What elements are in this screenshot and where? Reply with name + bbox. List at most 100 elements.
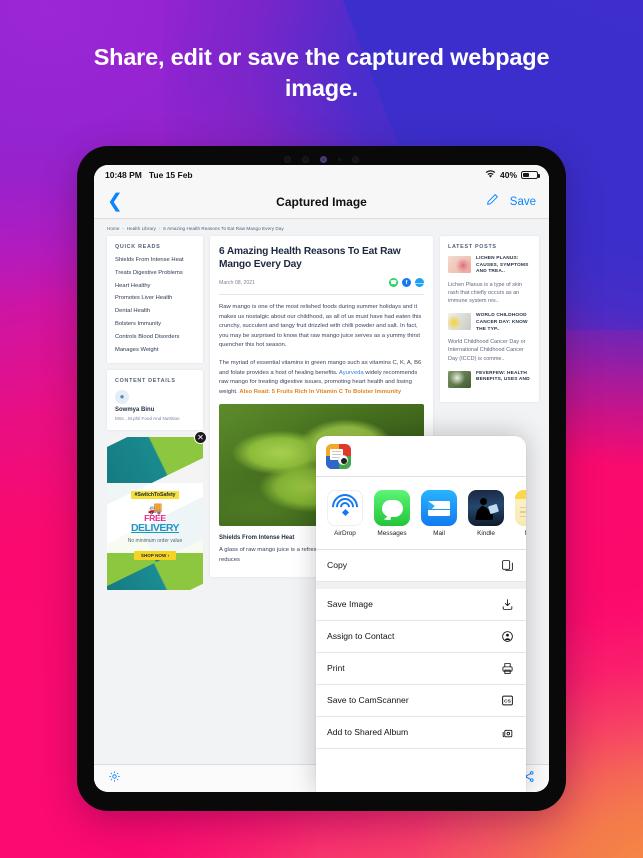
action-add-to-shared-album[interactable]: Add to Shared Album	[316, 716, 526, 749]
gear-icon[interactable]	[108, 770, 121, 788]
breadcrumb-separator: ›	[158, 226, 161, 231]
latest-post-item[interactable]: FEVERFEW: HEALTH BENEFITS, USES AND	[448, 370, 531, 388]
latest-post-title[interactable]: WORLD CHILDHOOD CANCER DAY: KNOW THE TYP…	[476, 313, 531, 333]
action-label: Add to Shared Album	[327, 727, 409, 737]
battery-percent-label: 40%	[499, 170, 517, 180]
lichen-planus-thumbnail-icon	[448, 256, 471, 273]
action-label: Save to CamScanner	[327, 695, 409, 705]
status-date: Tue 15 Feb	[148, 170, 193, 180]
device-screen: 10:48 PM Tue 15 Feb 40% ❮ Captured Image	[94, 165, 549, 792]
ad-creative[interactable]: #SwitchToSafety 🚚 FREE DELIVERY No minim…	[107, 436, 203, 590]
facebook-icon[interactable]: f	[402, 278, 411, 287]
pencil-icon[interactable]	[486, 193, 499, 211]
whatsapp-icon[interactable]: ☎	[389, 278, 398, 287]
content-details-card: CONTENT DETAILS ● Sowmya Binu MSc., M.ph…	[107, 369, 203, 430]
share-sheet-actions[interactable]: Copy Save Image Assign to Contact Print …	[316, 549, 526, 781]
sensor-dot	[284, 155, 291, 163]
breadcrumb-item-article[interactable]: 6 Amazing Health Reasons To Eat Raw Mang…	[163, 226, 283, 231]
action-print[interactable]: Print	[316, 652, 526, 685]
app-label: Notes	[515, 530, 526, 537]
user-avatar-icon: ●	[115, 389, 129, 404]
notes-icon	[515, 490, 526, 526]
save-image-icon	[500, 597, 515, 612]
action-overflow[interactable]	[316, 748, 526, 781]
also-read-link[interactable]: Also Read: 5 Fruits Rich In Vitamin C To…	[239, 389, 401, 395]
latest-post-excerpt: World Childhood Cancer Day or Internatio…	[448, 339, 526, 362]
quick-read-item[interactable]: Shields From Intense Heat	[115, 256, 195, 264]
breadcrumb-item-library[interactable]: Health Library	[127, 226, 156, 231]
latest-post-item[interactable]: LICHEN PLANUS: CAUSES, SYMPTOMS AND TREA…	[448, 256, 531, 276]
sensor-dot	[338, 157, 341, 161]
latest-post-title[interactable]: FEVERFEW: HEALTH BENEFITS, USES AND	[476, 371, 531, 388]
share-target-messages[interactable]: Messages	[374, 490, 410, 537]
latest-post-title[interactable]: LICHEN PLANUS: CAUSES, SYMPTOMS AND TREA…	[476, 256, 531, 276]
quick-read-item[interactable]: Manages Weight	[115, 346, 195, 354]
share-sheet-apps-row[interactable]: AirDrop Messages Mail Kindle	[316, 477, 526, 550]
quick-read-item[interactable]: Controls Blood Disorders	[115, 333, 195, 341]
share-sheet-header	[316, 436, 526, 477]
share-target-mail[interactable]: Mail	[421, 490, 457, 537]
action-copy[interactable]: Copy	[316, 549, 526, 582]
ad-delivery-label: DELIVERY	[130, 521, 180, 534]
delivery-truck-icon: 🚚	[147, 500, 163, 515]
ad-content: #SwitchToSafety 🚚 FREE DELIVERY No minim…	[107, 482, 203, 561]
action-label: Assign to Contact	[327, 631, 395, 641]
shop-now-button[interactable]: SHOP NOW ›	[133, 551, 177, 561]
front-camera-icon	[320, 155, 327, 163]
ayurveda-link[interactable]: Ayurveda	[339, 370, 364, 376]
article-paragraph-1: Raw mango is one of the most relished fo…	[219, 304, 422, 349]
action-save-image[interactable]: Save Image	[316, 588, 526, 621]
sensor-dot	[352, 155, 359, 163]
action-label: Save Image	[327, 599, 373, 609]
quick-read-item[interactable]: Dental Health	[115, 307, 195, 315]
close-icon[interactable]: ✕	[194, 430, 207, 444]
author-qualification: MSc., M.phil Food And Nutrition	[115, 415, 180, 421]
section-divider	[316, 581, 526, 589]
childhood-cancer-thumbnail-icon	[448, 313, 471, 331]
twitter-icon[interactable]: ⸺	[415, 278, 424, 287]
article-share-icons: ☎ f ⸺	[389, 278, 424, 287]
navigation-bar: ❮ Captured Image Save	[94, 185, 549, 219]
ad-hashtag: #SwitchToSafety	[131, 490, 179, 499]
share-target-notes[interactable]: Notes	[515, 490, 526, 537]
quick-read-item[interactable]: Treats Digestive Problems	[115, 269, 195, 277]
feverfew-thumbnail-icon	[448, 370, 471, 388]
app-label: Mail	[433, 529, 445, 537]
article-meta: March 08, 2021 ☎ f ⸺	[219, 278, 424, 295]
action-label: Copy	[327, 560, 348, 570]
ipad-device-frame: 10:48 PM Tue 15 Feb 40% ❮ Captured Image	[77, 146, 566, 811]
camscanner-app-icon	[326, 443, 351, 469]
article-title: 6 Amazing Health Reasons To Eat Raw Mang…	[219, 246, 401, 270]
latest-posts-sidebar: LATEST POSTS LICHEN PLANUS: CAUSES, SYMP…	[440, 236, 539, 402]
quick-read-item[interactable]: Heart Healthy	[115, 282, 195, 290]
latest-post-item[interactable]: WORLD CHILDHOOD CANCER DAY: KNOW THE TYP…	[448, 313, 531, 333]
back-button[interactable]: ❮	[107, 192, 123, 211]
copy-icon	[500, 558, 515, 573]
app-label: AirDrop	[334, 529, 356, 537]
app-label: Kindle	[477, 529, 495, 537]
quick-read-item[interactable]: Promotes Liver Health	[115, 294, 195, 302]
content-details-heading: CONTENT DETAILS	[115, 377, 176, 384]
share-sheet[interactable]: AirDrop Messages Mail Kindle Copy Save I…	[316, 436, 526, 792]
action-assign-to-contact[interactable]: Assign to Contact	[316, 620, 526, 653]
shared-album-icon	[500, 725, 515, 740]
status-time: 10:48 PM	[105, 170, 142, 180]
svg-text:CS: CS	[504, 698, 512, 704]
quick-read-item[interactable]: Bolsters Immunity	[115, 320, 195, 328]
action-save-to-camscanner[interactable]: Save to CamScanner CS	[316, 684, 526, 717]
battery-icon	[521, 170, 540, 180]
breadcrumb: Home › Health Library › 6 Amazing Health…	[94, 219, 549, 236]
article-paragraph-2: The myriad of essential vitamins in gree…	[219, 359, 424, 397]
quick-reads-heading: QUICK READS	[115, 244, 161, 250]
promo-headline: Share, edit or save the captured webpage…	[93, 44, 550, 101]
share-target-kindle[interactable]: Kindle	[468, 490, 504, 537]
sensor-dot	[302, 155, 309, 163]
messages-icon	[374, 490, 410, 526]
save-button[interactable]: Save	[510, 196, 536, 208]
breadcrumb-separator: ›	[122, 226, 124, 231]
article-date: March 08, 2021	[219, 279, 256, 286]
advertisement-banner[interactable]: ✕ #SwitchToSafety 🚚 FREE DELIVERY No min…	[107, 430, 207, 590]
share-target-airdrop[interactable]: AirDrop	[327, 490, 363, 537]
mail-icon	[421, 490, 457, 526]
breadcrumb-item-home[interactable]: Home	[107, 226, 119, 231]
